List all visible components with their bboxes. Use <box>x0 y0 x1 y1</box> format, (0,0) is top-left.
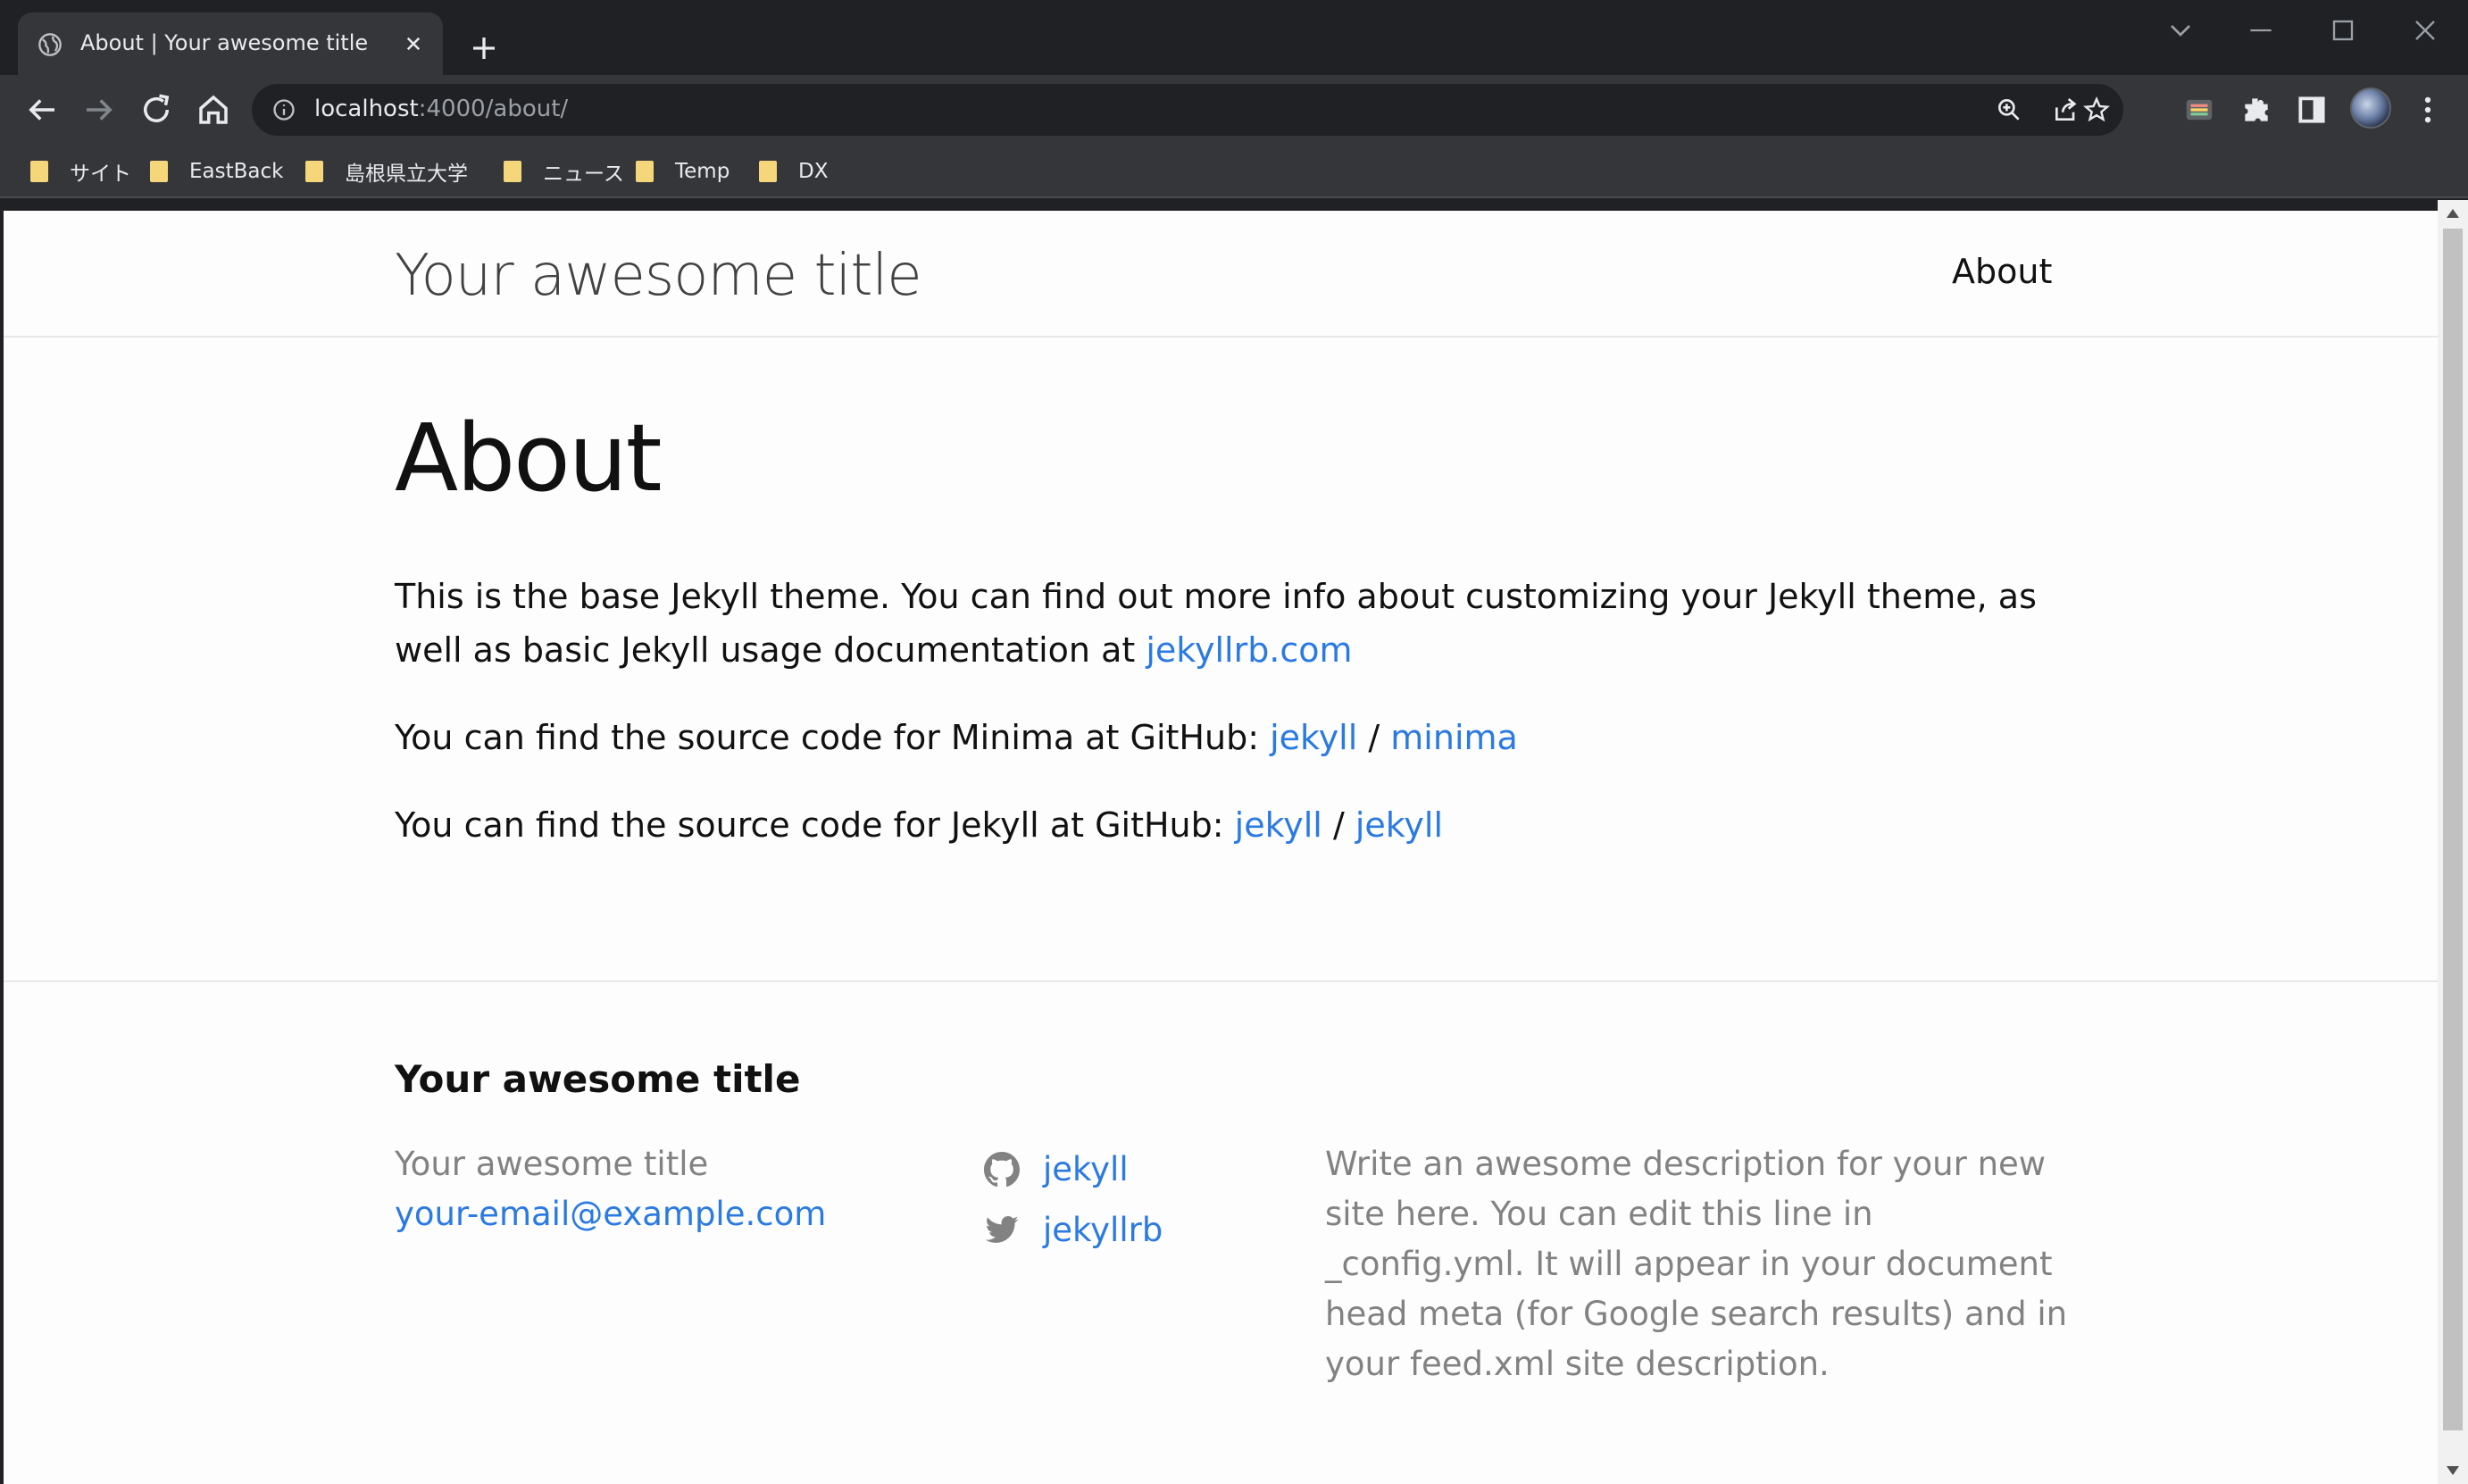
browser-titlebar: About | Your awesome title <box>0 0 2468 75</box>
bookmark-folder[interactable]: EastBack <box>150 155 283 188</box>
github-jekyll-org-link[interactable]: jekyll <box>1235 805 1322 845</box>
bookmark-folder[interactable]: ニュース <box>504 155 624 188</box>
twitter-icon <box>985 1216 1019 1243</box>
browser-tab-active[interactable]: About | Your awesome title <box>18 13 443 75</box>
paragraph-jekyll-source: You can find the source code for Jekyll … <box>395 798 2055 852</box>
globe-icon <box>38 33 62 56</box>
window-close-icon[interactable] <box>2407 13 2443 48</box>
site-footer: Your awesome title Your awesome title yo… <box>4 980 2438 1484</box>
share-icon[interactable] <box>2052 96 2080 124</box>
social-github[interactable]: jekyll <box>984 1139 1163 1200</box>
bookmark-label: EastBack <box>189 160 284 183</box>
bookmark-folder[interactable]: サイト <box>30 155 131 188</box>
footer-description: Write an awesome description for your ne… <box>1325 1145 2068 1383</box>
github-jekyll-repo-link[interactable]: jekyll <box>1355 805 1443 845</box>
footer-site-name: Your awesome title <box>395 1145 709 1183</box>
scrollbar-thumb[interactable] <box>2443 229 2463 1430</box>
paragraph-text: You can find the source code for Minima … <box>395 718 1271 757</box>
back-icon[interactable] <box>23 91 61 129</box>
minimize-icon[interactable] <box>2243 13 2279 48</box>
nav-link-about[interactable]: About <box>1952 252 2052 291</box>
menu-icon[interactable] <box>2411 93 2445 127</box>
folder-icon <box>504 159 525 184</box>
url-text[interactable]: localhost:4000/about/ <box>314 96 568 122</box>
bookmarks-bar: サイト EastBack 島根県立大学 ニュース Temp DX <box>0 145 2468 198</box>
reload-icon[interactable] <box>138 91 175 129</box>
separator: / <box>1357 718 1391 757</box>
github-jekyll-link[interactable]: jekyll <box>1270 718 1357 757</box>
paragraph-intro: This is the base Jekyll theme. You can f… <box>395 570 2055 677</box>
address-bar[interactable]: localhost:4000/about/ <box>252 84 2123 136</box>
footer-contact: Your awesome title your-email@example.co… <box>395 1139 826 1239</box>
page-viewport: Your awesome title About About This is t… <box>4 211 2438 1484</box>
url-host: localhost <box>314 96 419 122</box>
page-title: About <box>395 404 662 513</box>
bookmark-folder[interactable]: DX <box>759 155 828 188</box>
paragraph-text: You can find the source code for Jekyll … <box>395 805 1235 845</box>
browser-toolbar: localhost:4000/about/ <box>0 75 2468 145</box>
bookmark-label: サイト <box>70 163 131 186</box>
maximize-icon[interactable] <box>2325 13 2361 48</box>
folder-icon <box>30 159 52 184</box>
star-icon[interactable] <box>2082 96 2111 124</box>
scroll-down-arrow-icon[interactable] <box>2447 1466 2459 1475</box>
chevron-down-icon[interactable] <box>2163 13 2198 48</box>
github-minima-link[interactable]: minima <box>1390 718 1518 757</box>
cast-extension-icon[interactable] <box>2182 93 2216 127</box>
folder-icon <box>636 159 657 184</box>
bookmark-label: 島根県立大学 <box>345 163 468 186</box>
extensions-icon[interactable] <box>2239 93 2273 127</box>
close-icon[interactable] <box>400 30 427 57</box>
forward-icon[interactable] <box>80 91 118 129</box>
social-twitter[interactable]: jekyllrb <box>984 1200 1163 1261</box>
footer-heading: Your awesome title <box>395 1057 801 1101</box>
profile-avatar[interactable] <box>2350 88 2391 129</box>
scroll-up-arrow-icon[interactable] <box>2447 209 2459 218</box>
folder-icon <box>150 159 171 184</box>
sidepanel-icon[interactable] <box>2295 93 2329 127</box>
site-title-link[interactable]: Your awesome title <box>395 243 922 309</box>
folder-icon <box>759 159 780 184</box>
separator: / <box>1322 805 1355 845</box>
folder-icon <box>305 159 327 184</box>
bookmark-label: Temp <box>675 160 730 183</box>
url-path: :4000/about/ <box>418 96 569 122</box>
page-scrollbar[interactable] <box>2438 200 2468 1484</box>
twitter-username-link[interactable]: jekyllrb <box>1043 1200 1163 1261</box>
footer-social: jekyll jekyllrb <box>984 1139 1163 1261</box>
home-icon[interactable] <box>195 91 232 129</box>
bookmark-label: DX <box>798 160 829 183</box>
github-icon <box>984 1152 1020 1188</box>
github-username-link[interactable]: jekyll <box>1043 1139 1129 1200</box>
footer-email-link[interactable]: your-email@example.com <box>395 1195 826 1233</box>
bookmark-label: ニュース <box>543 163 624 186</box>
zoom-icon[interactable] <box>1995 96 2023 124</box>
plus-icon[interactable] <box>468 32 500 64</box>
paragraph-minima-source: You can find the source code for Minima … <box>395 711 2055 764</box>
site-header: Your awesome title About <box>4 211 2438 338</box>
bookmark-folder[interactable]: 島根県立大学 <box>305 155 468 188</box>
jekyllrb-link[interactable]: jekyllrb.com <box>1146 630 1352 670</box>
tab-title: About | Your awesome title <box>80 30 369 55</box>
info-icon[interactable] <box>271 97 296 122</box>
bookmark-folder[interactable]: Temp <box>636 155 730 188</box>
